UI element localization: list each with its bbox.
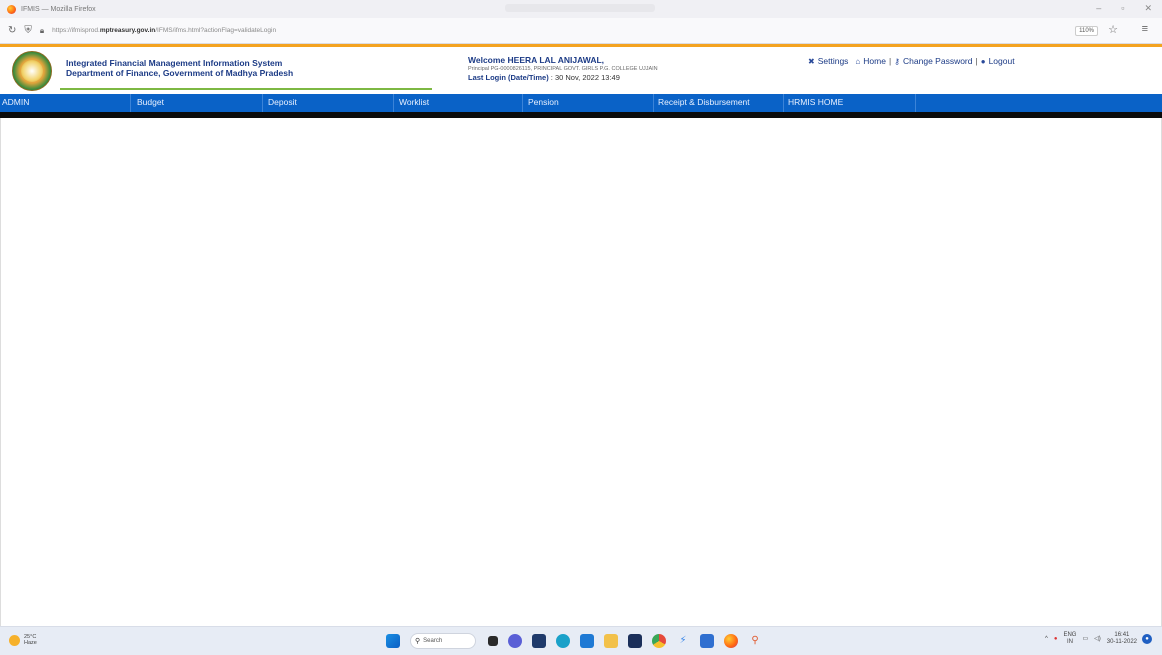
language-bottom: IN [1066,639,1073,645]
change-password-link[interactable]: Change Password [903,56,972,66]
page-header: Integrated Financial Management Informat… [0,44,1162,96]
user-designation: Principal PG-0000826115, PRINCIPAL GOVT.… [468,66,658,72]
window-title: IFMIS — Mozilla Firefox [21,5,96,13]
menu-item-pension[interactable]: Pension [526,94,654,112]
network-icon[interactable]: ▭ [1082,636,1088,643]
weather-condition: Haze [24,640,37,646]
taskbar-search[interactable]: ⚲ Search [410,633,476,649]
firefox-icon [7,4,16,14]
settings-icon: ✖ [808,56,815,66]
last-login-label: Last Login (Date/Time) [468,73,549,82]
search-placeholder: Search [423,638,443,644]
weather-widget[interactable]: 25°C Haze [9,634,37,646]
windows-taskbar: 25°C Haze ⚲ Search ⚡︎ ⚲ ^ ● ENG IN ▭ ◁) … [0,626,1162,655]
close-icon[interactable]: ✕ [1144,3,1152,14]
clock-date: 30-11-2022 [1106,639,1137,645]
tray-app-icon[interactable]: ● [1054,636,1058,643]
language-indicator[interactable]: ENG IN [1063,632,1076,646]
edge-icon[interactable] [556,634,570,648]
browser-window: IFMIS — Mozilla Firefox – ▫ ✕ ↻ ⛨ 🔒︎ htt… [0,0,1162,655]
clock[interactable]: 16:41 30-11-2022 [1107,632,1137,646]
browser-navbar: ↻ ⛨ 🔒︎ https://ifmisprod.mptreasury.gov.… [0,18,1162,44]
chat-icon[interactable] [508,634,522,648]
shield-icon[interactable]: ⛨ [24,25,32,36]
menu-item-receipt-disbursement[interactable]: Receipt & Disbursement [656,94,784,112]
url-prefix: https://ifmisprod. [52,27,100,34]
org-title: Integrated Financial Management Informat… [66,58,283,68]
menu-item-hrmis-home[interactable]: HRMIS HOME [786,94,916,112]
link-separator: | [888,56,892,66]
menu-item-admin[interactable]: ADMIN [0,94,131,112]
window-controls: – ▫ ✕ [1096,3,1152,14]
url-path: /IFMS/ifms.html?actionFlag=validateLogin [155,27,277,34]
top-links: ✖ Settings ⌂ Home | ⚷ Change Password | … [808,56,1018,66]
weather-text: 25°C Haze [24,634,37,646]
hamburger-menu-icon[interactable]: ≡ [1142,23,1148,35]
chrome-icon[interactable] [652,634,666,648]
last-login: Last Login (Date/Time) : 30 Nov, 2022 13… [468,73,658,82]
bookmark-star-icon[interactable]: ☆ [1108,23,1118,36]
org-subtitle: Department of Finance, Government of Mad… [66,68,294,78]
link-separator: | [975,56,978,66]
menu-item-budget[interactable]: Budget [135,94,263,112]
header-divider [60,88,432,90]
menu-item-worklist[interactable]: Worklist [397,94,523,112]
url-domain: mptreasury.gov.in [99,27,156,34]
restore-icon[interactable]: ▫ [1121,3,1124,14]
store-icon[interactable] [628,634,642,648]
lock-icon[interactable]: 🔒︎ [40,26,44,36]
show-hidden-icons-icon[interactable]: ^ [1045,636,1048,643]
mp-government-logo [12,51,52,91]
minimize-icon[interactable]: – [1096,3,1101,14]
key-icon: ⚷ [894,56,901,66]
clock-time: 16:41 [1114,632,1130,638]
organization-block: Integrated Financial Management Informat… [66,58,293,78]
titlebar-drag-region [505,4,655,12]
search-icon: ⚲ [415,638,421,645]
menu-item-deposit[interactable]: Deposit [266,94,394,112]
browser-titlebar: IFMIS — Mozilla Firefox – ▫ ✕ [0,0,1162,18]
url-field[interactable]: https://ifmisprod.mptreasury.gov.in/IFMS… [52,27,276,34]
language-top: ENG [1063,632,1077,638]
logo-emblem [21,60,43,82]
notification-badge-icon[interactable]: ● [1142,634,1152,644]
taskbar-apps: ⚲ Search ⚡︎ ⚲ [386,633,772,649]
file-explorer-icon[interactable] [580,634,594,648]
task-view-icon[interactable] [488,636,498,646]
settings-link[interactable]: Settings [818,56,849,66]
main-content-area [0,118,1162,626]
sun-icon [9,634,20,646]
firefox-taskbar-icon[interactable] [724,634,738,648]
calculator-icon[interactable] [700,634,714,648]
logout-link[interactable]: Logout [989,56,1015,66]
bolt-app-icon[interactable]: ⚡︎ [676,634,690,648]
user-info: Welcome HEERA LAL ANIJAWAL, Principal PG… [468,55,658,82]
system-tray: ^ ● ENG IN ▭ ◁) 16:41 30-11-2022 ● [1039,632,1152,646]
home-link[interactable]: Home [863,56,886,66]
volume-icon[interactable]: ◁) [1094,636,1101,643]
zoom-level[interactable]: 110% [1075,26,1098,36]
welcome-text: Welcome HEERA LAL ANIJAWAL, [468,55,605,65]
network-app-icon[interactable]: ⚲ [748,634,762,648]
last-login-value: : 30 Nov, 2022 13:49 [550,73,620,82]
reload-icon[interactable]: ↻ [8,25,16,36]
logout-icon: ● [980,56,986,66]
windows-start-icon[interactable] [386,634,400,648]
widgets-icon[interactable] [532,634,546,648]
folder-icon[interactable] [604,634,618,648]
main-menu-bar: ADMIN Budget Deposit Worklist Pension Re… [0,94,1162,112]
home-icon: ⌂ [855,56,861,66]
